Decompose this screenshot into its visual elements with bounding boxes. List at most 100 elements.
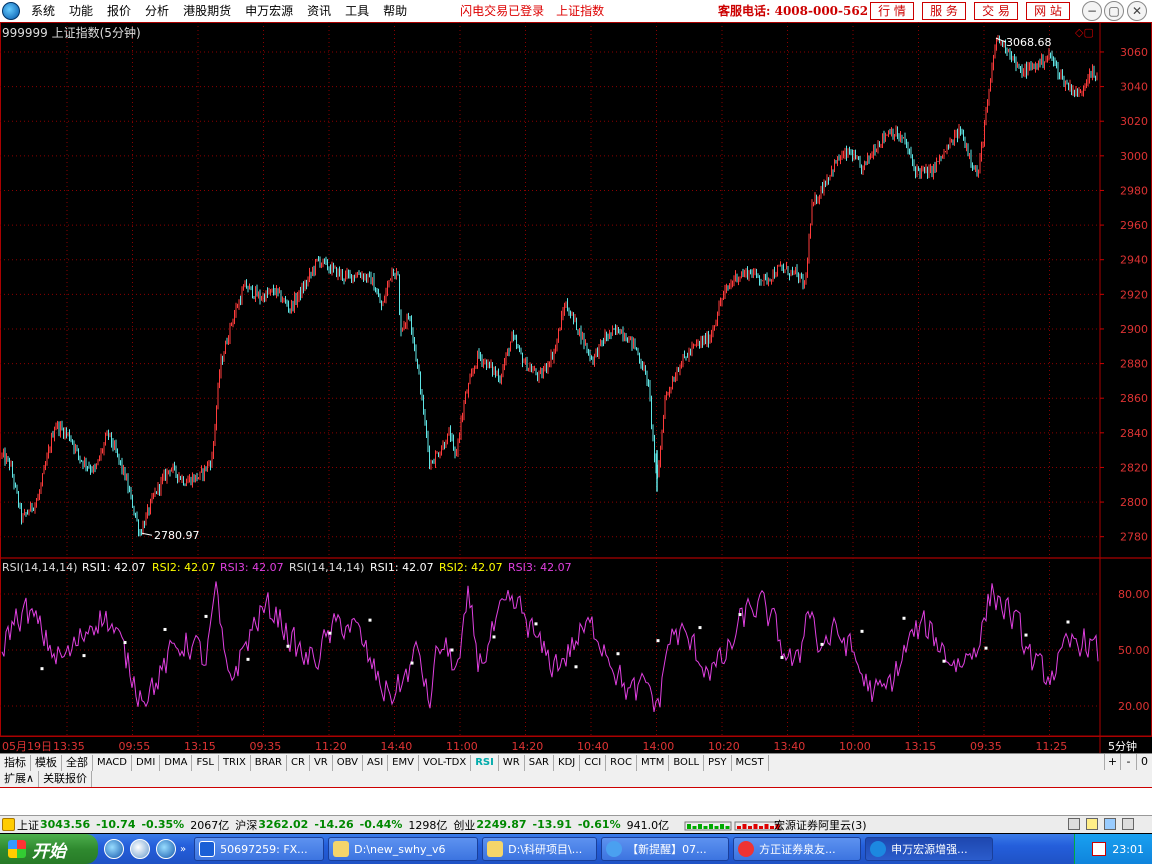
tab-cr[interactable]: CR (287, 754, 310, 771)
swhy-app-icon (870, 841, 887, 857)
time-axis-label: 11:20 (315, 740, 347, 753)
market-button[interactable]: 行 情 (870, 2, 914, 20)
menu-news[interactable]: 资讯 (300, 0, 338, 22)
tab-macd[interactable]: MACD (93, 754, 132, 771)
folder-icon (333, 841, 350, 857)
extension-tab-row: 扩展∧ 关联报价 (0, 771, 1152, 788)
tab-kdj[interactable]: KDJ (554, 754, 581, 771)
tab-asi[interactable]: ASI (363, 754, 389, 771)
tab-cci[interactable]: CCI (580, 754, 607, 771)
menu-hk-futures[interactable]: 港股期货 (176, 0, 238, 22)
quote-sh-pct: -0.35% (141, 818, 185, 831)
rsi-marker (368, 618, 372, 622)
taskbar-window-founder[interactable]: 方正证券泉友... (733, 837, 862, 861)
tab-indicator[interactable]: 指标 (0, 754, 31, 771)
menu-swhy[interactable]: 申万宏源 (238, 0, 300, 22)
tab-dmi[interactable]: DMI (132, 754, 161, 771)
tab-mtm[interactable]: MTM (637, 754, 670, 771)
rsi-line (1, 581, 1099, 712)
quote-sh-change: -10.74 (96, 818, 136, 831)
trade-button[interactable]: 交 易 (974, 2, 1018, 20)
tab-psy[interactable]: PSY (704, 754, 732, 771)
time-axis-label: 10:00 (839, 740, 871, 753)
kline-chart[interactable]: 3060 3040 3020 3000 2980 2960 2940 2920 2900 2880… (0, 22, 1152, 753)
tab-roc[interactable]: ROC (606, 754, 637, 771)
server-connection-label[interactable]: 宏源证券阿里云(3) (774, 817, 867, 833)
desktop-quicklaunch-icon[interactable] (130, 839, 150, 859)
rsi-marker (984, 646, 988, 650)
rsi-marker (410, 661, 414, 665)
tab-wr[interactable]: WR (499, 754, 525, 771)
tab-dma[interactable]: DMA (160, 754, 193, 771)
period-label[interactable]: 5分钟 (1108, 739, 1137, 753)
website-button[interactable]: 网 站 (1026, 2, 1070, 20)
indicator-tab-row: 指标 模板 全部 MACD DMI DMA FSL TRIX BRAR CR VR OBV ASI EMV… (0, 753, 1152, 771)
browser-quicklaunch-icon[interactable] (156, 839, 176, 859)
founder-app-icon (738, 841, 755, 857)
tab-trix[interactable]: TRIX (219, 754, 251, 771)
tab-rsi[interactable]: RSI (471, 754, 499, 771)
menu-system[interactable]: 系统 (24, 0, 62, 22)
zoom-out-button[interactable]: - (1120, 754, 1136, 770)
menu-analysis[interactable]: 分析 (138, 0, 176, 22)
rsi-marker (780, 655, 784, 659)
tab-emv[interactable]: EMV (388, 754, 419, 771)
minimize-icon[interactable]: − (1082, 1, 1102, 21)
menu-function[interactable]: 功能 (62, 0, 100, 22)
tab-sar[interactable]: SAR (525, 754, 555, 771)
taskbar-window-reminder[interactable]: 【新提醒】07... (601, 837, 730, 861)
price-axis-label: 2860 (1120, 392, 1148, 405)
ie-quicklaunch-icon[interactable] (104, 839, 124, 859)
service-button[interactable]: 服 务 (922, 2, 966, 20)
reset-button[interactable]: 0 (1136, 754, 1152, 770)
tab-boll[interactable]: BOLL (669, 754, 705, 771)
chart-options-icon[interactable]: ◇▢ (1075, 26, 1094, 39)
sound-icon[interactable] (1104, 818, 1116, 830)
tab-template[interactable]: 模板 (31, 754, 62, 771)
tab-obv[interactable]: OBV (333, 754, 363, 771)
quote-hs-price: 3262.02 (258, 818, 309, 831)
price-axis-label: 3040 (1120, 81, 1148, 94)
start-button[interactable]: 开始 (0, 834, 98, 864)
quicklaunch-expand-icon[interactable]: » (180, 844, 186, 855)
tab-all[interactable]: 全部 (62, 754, 93, 771)
rsi-marker (902, 616, 906, 620)
rsi-legend-item: RSI3: 42.07 (508, 561, 572, 574)
signal-icon[interactable] (1086, 818, 1098, 830)
taskbar-window-fx[interactable]: 50697259: FX... (194, 837, 325, 861)
tab-related-quotes[interactable]: 关联报价 (39, 771, 93, 787)
quote-hs-change: -14.26 (314, 818, 354, 831)
rsi-legend-item: RSI2: 42.07 (439, 561, 503, 574)
market-icon (2, 818, 15, 831)
price-axis-label: 3020 (1120, 115, 1148, 128)
taskbar-window-swhy[interactable]: 申万宏源增强... (865, 837, 994, 861)
tab-controls: + -0 (1104, 754, 1152, 770)
rsi-axis-label: 20.00 (1118, 700, 1150, 713)
rsi-marker (698, 626, 702, 630)
menu-quote[interactable]: 报价 (100, 0, 138, 22)
tab-fsl[interactable]: FSL (192, 754, 219, 771)
menu-help[interactable]: 帮助 (376, 0, 414, 22)
price-axis-label: 2940 (1120, 254, 1148, 267)
restore-icon[interactable]: ▢ (1104, 1, 1124, 21)
time-axis-label: 09:35 (250, 740, 282, 753)
tab-vol-tdx[interactable]: VOL-TDX (419, 754, 472, 771)
status-bar: 上证 3043.56 -10.74 -0.35% 2067亿 沪深 3262.0… (0, 815, 1152, 833)
tab-mcst[interactable]: MCST (732, 754, 769, 771)
z-app-icon (199, 841, 216, 857)
chart-frame (0, 22, 1152, 737)
taskbar-window-folder-research[interactable]: D:\科研项目\... (482, 837, 598, 861)
tray-app-icon[interactable] (1092, 842, 1107, 856)
taskbar-window-folder-swhy[interactable]: D:\new_swhy_v6 (328, 837, 479, 861)
settings-icon[interactable] (1122, 818, 1134, 830)
tab-expand[interactable]: 扩展∧ (0, 771, 40, 787)
rsi-marker (942, 659, 946, 663)
zoom-in-button[interactable]: + (1104, 754, 1120, 770)
close-icon[interactable]: ✕ (1127, 1, 1147, 21)
windows-taskbar: 开始 » 50697259: FX... D:\new_swhy_v6 D:\科… (0, 834, 1152, 864)
app-logo-icon[interactable] (2, 2, 20, 20)
lock-icon[interactable] (1068, 818, 1080, 830)
tab-brar[interactable]: BRAR (251, 754, 287, 771)
tab-vr[interactable]: VR (310, 754, 333, 771)
menu-tools[interactable]: 工具 (338, 0, 376, 22)
